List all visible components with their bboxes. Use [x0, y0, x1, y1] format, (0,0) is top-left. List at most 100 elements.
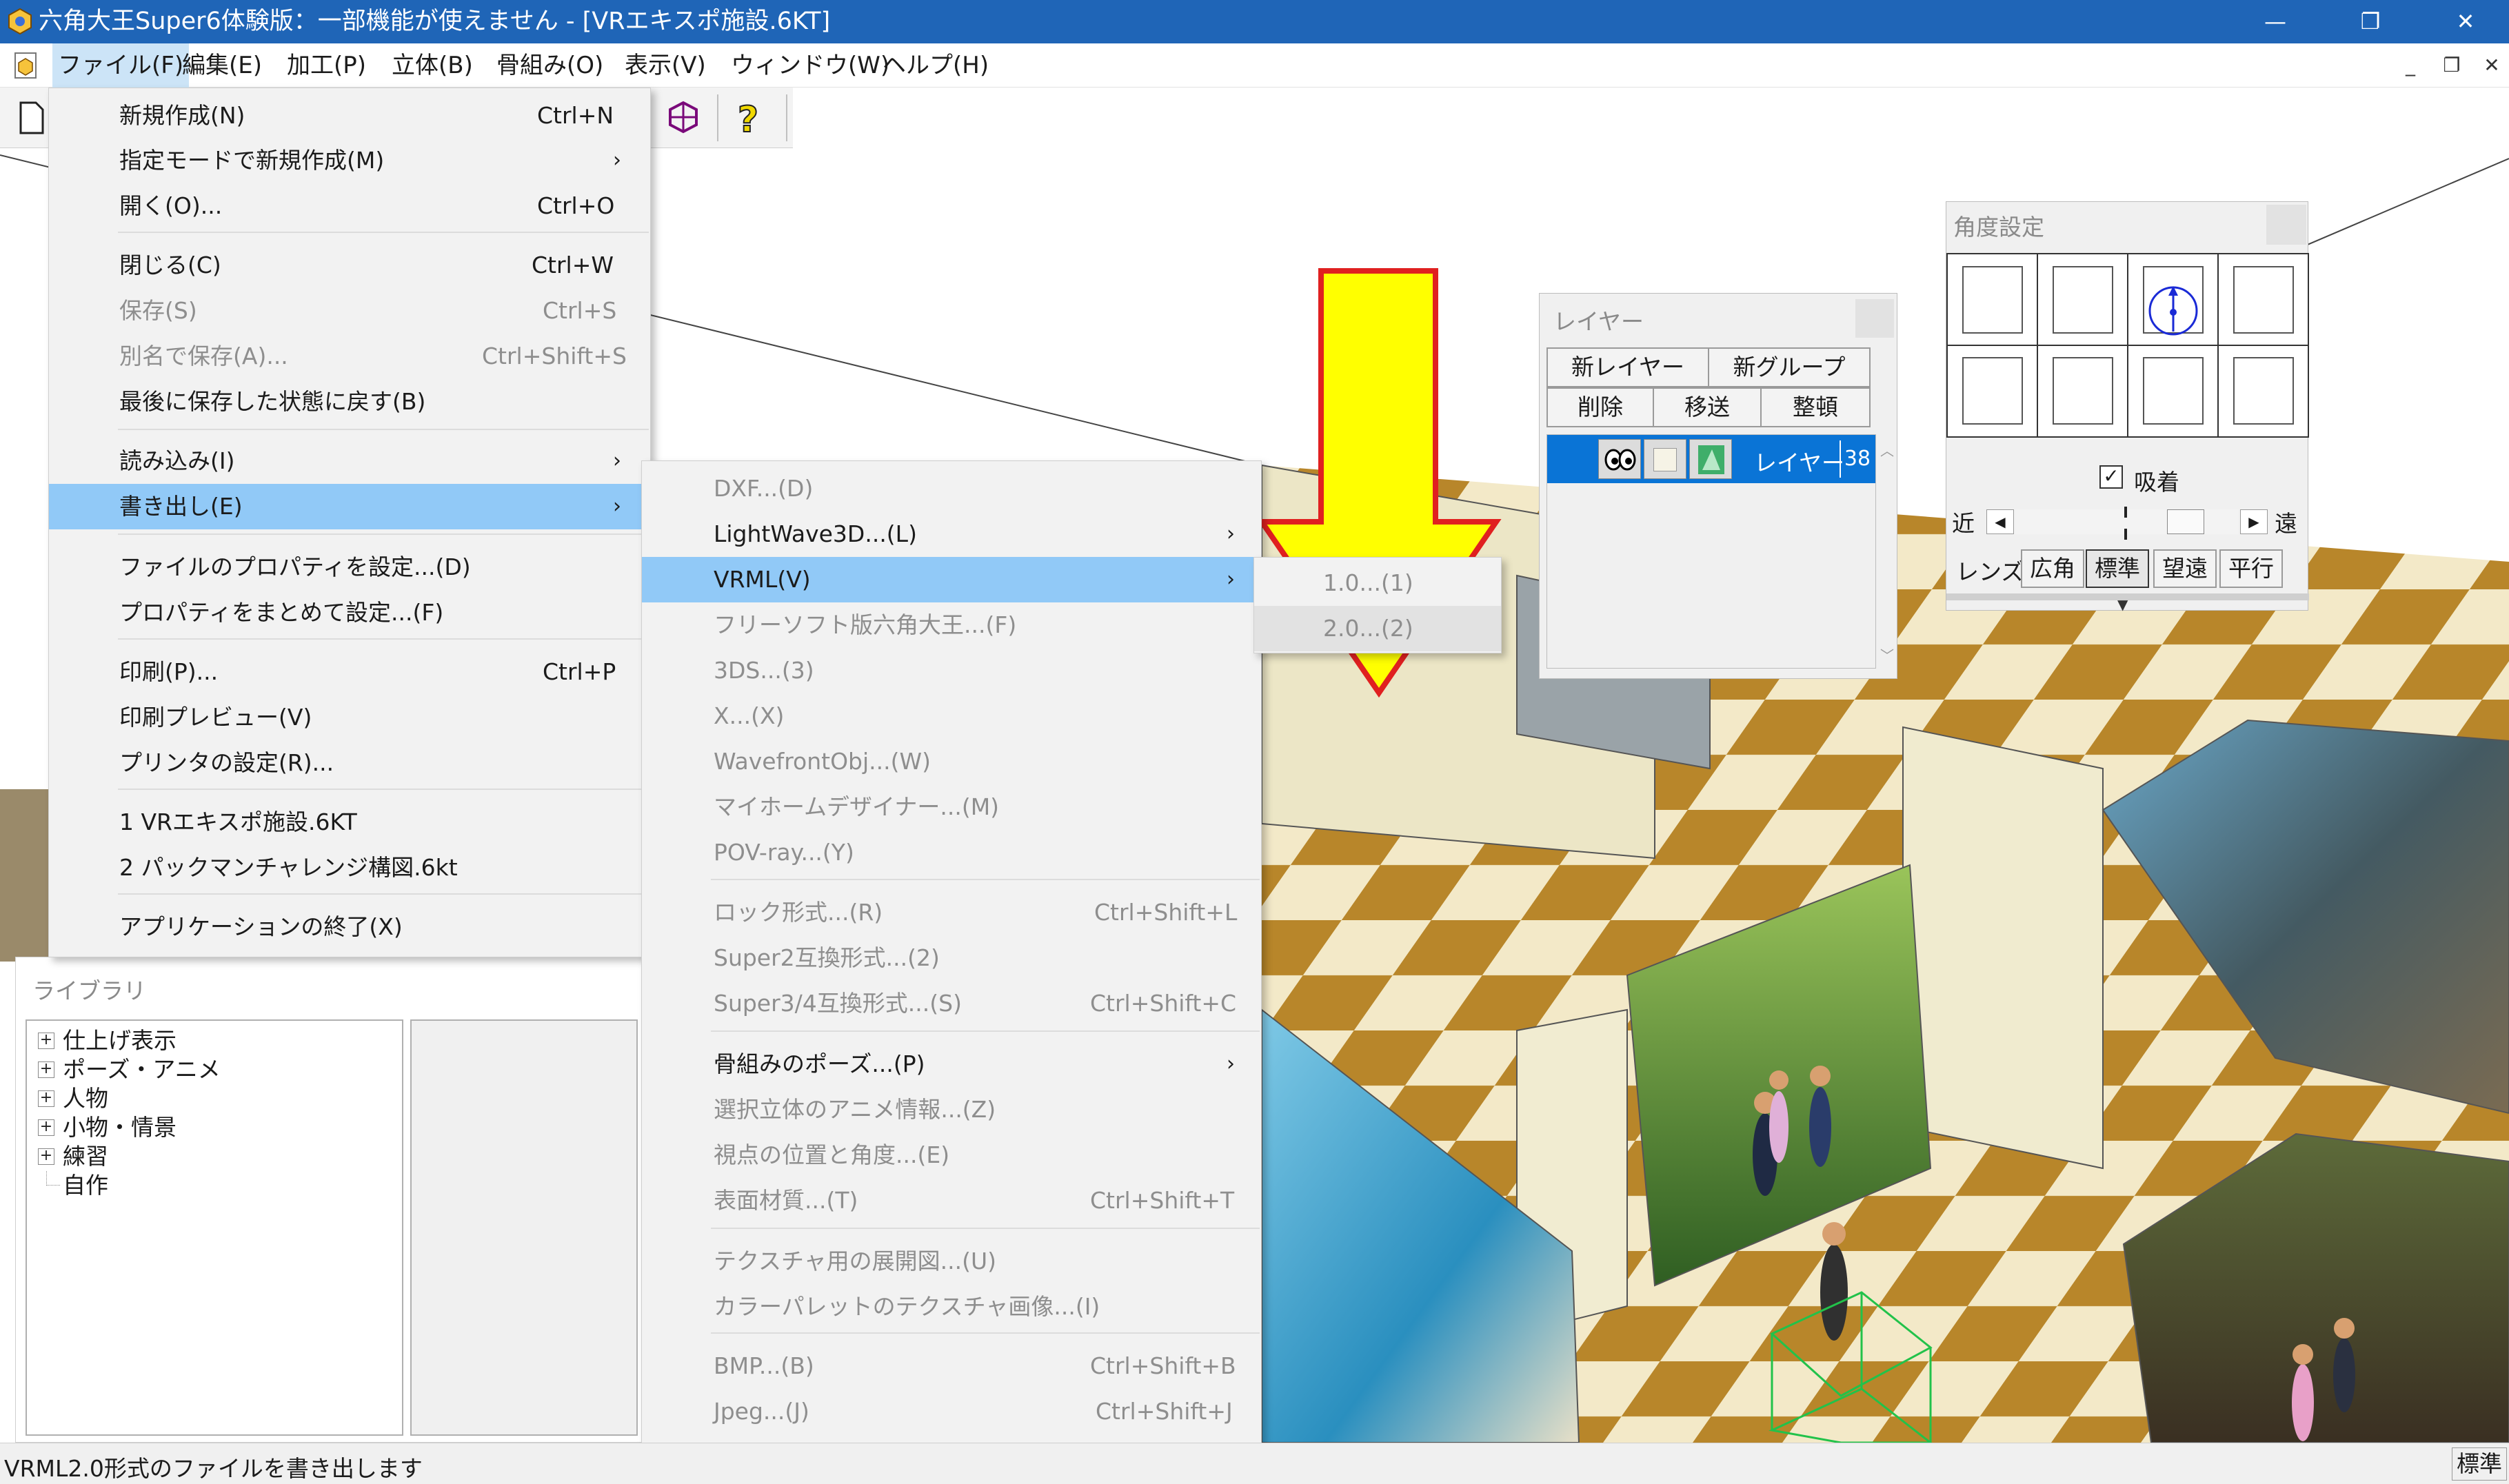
menu-help[interactable]: ヘルプ(H) — [877, 43, 994, 88]
visibility-eyes-icon[interactable] — [1598, 439, 1641, 479]
zoom-slider-thumb[interactable] — [2167, 509, 2204, 534]
export-vrml[interactable]: VRML(V) › — [642, 557, 1261, 602]
menu-save[interactable]: 保存(S) Ctrl+S — [49, 288, 650, 334]
cube-view-icon[interactable] — [666, 100, 701, 134]
export-surface-material[interactable]: 表面材質...(T) Ctrl+Shift+T — [642, 1178, 1261, 1223]
menu-revert[interactable]: 最後に保存した状態に戻す(B) — [49, 379, 650, 425]
menu-batch-properties[interactable]: プロパティをまとめて設定...(F) — [49, 590, 650, 636]
lens-wide-button[interactable]: 広角 — [2021, 549, 2084, 588]
export-x[interactable]: X...(X) — [642, 693, 1261, 739]
slider-right-icon[interactable]: ▶ — [2240, 509, 2268, 534]
angle-panel-menu-button[interactable] — [2266, 205, 2306, 245]
expand-icon[interactable]: + — [38, 1061, 54, 1078]
snap-checkbox[interactable]: ✓ — [2099, 465, 2123, 489]
menu-separator — [711, 879, 1260, 880]
new-document-icon[interactable] — [18, 101, 46, 134]
menu-open[interactable]: 開く(O)... Ctrl+O — [49, 183, 650, 229]
scroll-down-icon[interactable]: ﹀ — [1880, 644, 1894, 664]
export-super34-compat[interactable]: Super3/4互換形式...(S) Ctrl+Shift+C — [642, 981, 1261, 1026]
mdi-restore-button[interactable]: ❐ — [2438, 53, 2466, 78]
menu-solid[interactable]: 立体(B) — [386, 43, 478, 88]
document-app-icon[interactable] — [11, 50, 41, 81]
layer-list-scrollbar[interactable]: ︿ ﹀ — [1877, 434, 1895, 669]
menu-recent-file-1[interactable]: 1 VRエキスポ施設.6KT — [49, 800, 650, 845]
mdi-close-button[interactable]: ✕ — [2478, 53, 2506, 78]
menu-save-as[interactable]: 別名で保存(A)... Ctrl+Shift+S — [49, 334, 650, 379]
status-bar: VRML2.0形式のファイルを書き出します 標準 — [0, 1443, 2509, 1484]
export-dxf[interactable]: DXF...(D) — [642, 466, 1261, 511]
menu-export[interactable]: 書き出し(E) › — [49, 484, 650, 529]
lens-standard-button[interactable]: 標準 — [2086, 549, 2149, 588]
menu-close[interactable]: 閉じる(C) Ctrl+W — [49, 243, 650, 288]
toolbar-separator — [717, 94, 718, 141]
expand-icon[interactable]: + — [38, 1033, 54, 1049]
export-palette-texture[interactable]: カラーパレットのテクスチャ画像...(I) — [642, 1284, 1261, 1330]
angle-settings-panel: 角度設定 ✓ 吸着 近 ◀ ▶ 遠 レンズ 広角 標準 望遠 平行 ▼ — [1946, 201, 2309, 613]
lock-toggle-icon[interactable] — [1644, 439, 1686, 479]
menu-print-preview[interactable]: 印刷プレビュー(V) — [49, 695, 650, 740]
expand-down-icon[interactable]: ▼ — [2117, 596, 2128, 613]
menu-process[interactable]: 加工(P) — [281, 43, 372, 88]
layer-panel-menu-button[interactable] — [1855, 299, 1894, 338]
lens-telephoto-button[interactable]: 望遠 — [2153, 549, 2217, 588]
help-question-icon[interactable]: ? — [729, 97, 767, 139]
menu-print[interactable]: 印刷(P)... Ctrl+P — [49, 649, 650, 695]
export-freesoft[interactable]: フリーソフト版六角大王...(F) — [642, 602, 1261, 648]
new-layer-button[interactable]: 新レイヤー — [1546, 347, 1709, 387]
layer-row[interactable]: レイヤー 38 — [1547, 435, 1875, 483]
menu-skeleton[interactable]: 骨組み(O) — [491, 43, 609, 88]
export-lightwave[interactable]: LightWave3D...(L) › — [642, 511, 1261, 557]
export-bmp[interactable]: BMP...(B) Ctrl+Shift+B — [642, 1343, 1261, 1389]
minimize-button[interactable]: — — [2234, 0, 2317, 43]
menu-separator — [711, 1332, 1260, 1334]
export-anime-info[interactable]: 選択立体のアニメ情報...(Z) — [642, 1087, 1261, 1132]
export-povray[interactable]: POV-ray...(Y) — [642, 830, 1261, 875]
export-skeleton-pose[interactable]: 骨組みのポーズ...(P) › — [642, 1041, 1261, 1087]
layer-panel-title: レイヤー — [1553, 308, 1644, 335]
expand-icon[interactable]: + — [38, 1148, 54, 1165]
menu-view[interactable]: 表示(V) — [619, 43, 712, 88]
tidy-layer-button[interactable]: 整頓 — [1760, 387, 1871, 427]
layer-color-icon[interactable] — [1689, 439, 1732, 479]
close-button[interactable]: ✕ — [2424, 0, 2507, 43]
scroll-up-icon[interactable]: ︿ — [1880, 440, 1894, 460]
delete-layer-button[interactable]: 削除 — [1546, 387, 1654, 427]
new-group-button[interactable]: 新グループ — [1708, 347, 1871, 387]
app-logo-icon — [8, 8, 32, 35]
mdi-minimize-button[interactable]: _ — [2397, 53, 2424, 78]
menu-separator — [118, 232, 649, 233]
menu-new[interactable]: 新規作成(N) Ctrl+N — [49, 93, 650, 139]
export-3ds[interactable]: 3DS...(3) — [642, 648, 1261, 693]
expand-icon[interactable]: + — [38, 1119, 54, 1136]
menu-exit[interactable]: アプリケーションの終了(X) — [49, 904, 650, 950]
move-layer-button[interactable]: 移送 — [1653, 387, 1762, 427]
restore-button[interactable]: ❐ — [2329, 0, 2412, 43]
view-angle-grid[interactable] — [1946, 253, 2309, 438]
export-viewpoint[interactable]: 視点の位置と角度...(E) — [642, 1132, 1261, 1178]
export-texture-unfold[interactable]: テクスチャ用の展開図...(U) — [642, 1239, 1261, 1284]
menu-edit[interactable]: 編集(E) — [177, 43, 268, 88]
vrml-1-0[interactable]: 1.0...(1) — [1254, 560, 1501, 606]
export-myhome-designer[interactable]: マイホームデザイナー...(M) — [642, 784, 1261, 830]
zoom-slider-track[interactable] — [2014, 507, 2239, 540]
menu-file-properties[interactable]: ファイルのプロパティを設定...(D) — [49, 545, 650, 590]
submenu-arrow-icon: › — [1227, 567, 1235, 591]
title-bar: 六角大王Super6体験版：一部機能が使えません - [VRエキスポ施設.6KT… — [0, 0, 2509, 43]
export-wavefront-obj[interactable]: WavefrontObj...(W) — [642, 739, 1261, 784]
menu-file[interactable]: ファイル(F) — [52, 43, 190, 88]
vrml-2-0[interactable]: 2.0...(2) — [1254, 606, 1501, 651]
vrml-submenu: 1.0...(1) 2.0...(2) — [1253, 557, 1502, 653]
expand-icon[interactable]: + — [38, 1090, 54, 1107]
menu-printer-setup[interactable]: プリンタの設定(R)... — [49, 740, 650, 786]
menu-window[interactable]: ウィンドウ(W) — [725, 43, 895, 88]
library-preview — [410, 1019, 638, 1436]
export-lock-format[interactable]: ロック形式...(R) Ctrl+Shift+L — [642, 890, 1261, 935]
export-submenu: DXF...(D) LightWave3D...(L) › VRML(V) › フリ… — [641, 460, 1262, 1484]
menu-import[interactable]: 読み込み(I) › — [49, 438, 650, 484]
slider-left-icon[interactable]: ◀ — [1986, 509, 2014, 534]
menu-recent-file-2[interactable]: 2 パックマンチャレンジ構図.6kt — [49, 845, 650, 891]
export-super2-compat[interactable]: Super2互換形式...(2) — [642, 935, 1261, 981]
lens-parallel-button[interactable]: 平行 — [2219, 549, 2283, 588]
menu-new-with-mode[interactable]: 指定モードで新規作成(M) › — [49, 138, 650, 183]
export-jpeg[interactable]: Jpeg...(J) Ctrl+Shift+J — [642, 1389, 1261, 1434]
